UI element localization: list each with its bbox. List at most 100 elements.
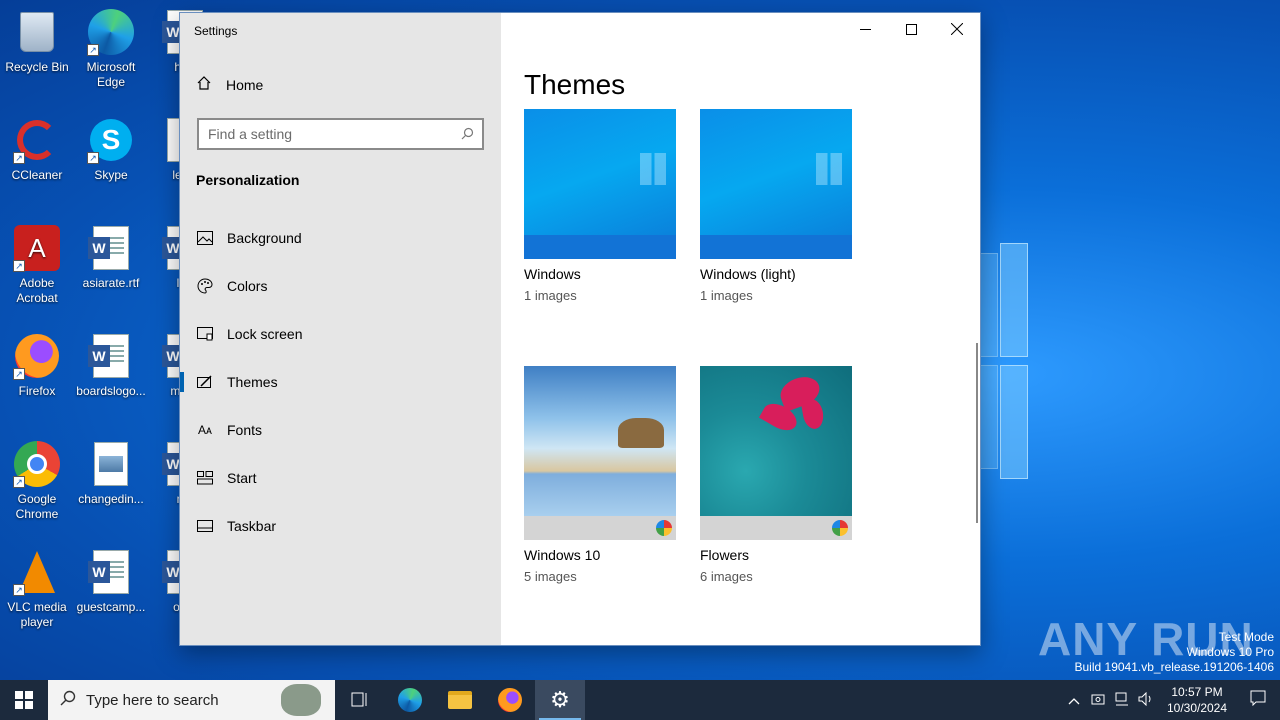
theme-card-windows-10[interactable]: Windows 10 5 images [524, 366, 676, 584]
taskbar-search[interactable]: Type here to search [48, 680, 335, 720]
nav-home[interactable]: Home [196, 75, 263, 94]
desktop-icon-skype[interactable]: S ↗ Skype [74, 116, 148, 183]
clock-date: 10/30/2024 [1166, 701, 1228, 715]
desktop-icon-label: VLC media player [7, 600, 67, 629]
settings-sidebar: Settings Home Personalization Background [180, 13, 501, 645]
theme-card-windows[interactable]: Windows 1 images [524, 109, 676, 303]
taskbar: Type here to search ⚙ 10:57 PM 10/30/202… [0, 680, 1280, 720]
desktop-icon-firefox[interactable]: ↗ Firefox [0, 332, 74, 399]
window-title: Settings [194, 24, 238, 38]
watermark-line: Windows 10 Pro [1186, 645, 1274, 659]
ccleaner-icon: ↗ [13, 116, 61, 164]
taskbar-icon [196, 517, 214, 535]
theme-image-count: 1 images [700, 288, 753, 303]
search-highlight-icon [281, 684, 321, 716]
security-icon[interactable] [1086, 692, 1110, 709]
recycle-bin-icon [13, 8, 61, 56]
desktop-icon-label: Microsoft Edge [86, 60, 136, 89]
taskbar-file-explorer[interactable] [435, 680, 485, 720]
skype-icon: S ↗ [87, 116, 135, 164]
color-wheel-icon [832, 520, 848, 536]
desktop-icon-google-chrome[interactable]: ↗ Google Chrome [0, 440, 74, 522]
nav-item-label: Background [227, 230, 302, 246]
theme-image-count: 6 images [700, 569, 753, 584]
nav-item-label: Colors [227, 278, 268, 294]
desktop-icon-vlc[interactable]: ↗ VLC media player [0, 548, 74, 630]
nav-item-fonts[interactable]: Aᴀ Fonts [180, 406, 501, 454]
theme-card-windows-light[interactable]: Windows (light) 1 images [700, 109, 852, 303]
desktop-icon-label: Firefox [18, 384, 56, 398]
firefox-icon: ↗ [13, 332, 61, 380]
settings-window: Settings Home Personalization Background [179, 12, 981, 646]
home-icon [196, 75, 212, 94]
test-mode-watermark: Test Mode Windows 10 Pro Build 19041.vb_… [1075, 630, 1275, 675]
vertical-scrollbar[interactable] [976, 343, 978, 523]
firefox-icon [498, 688, 522, 712]
image-file-icon [87, 440, 135, 488]
desktop-icon-label: Google Chrome [15, 492, 59, 521]
desktop-icon-boardslogo[interactable]: W boardslogo... [74, 332, 148, 399]
desktop-icon-guestcamp[interactable]: W guestcamp... [74, 548, 148, 615]
desktop-icon-label: guestcamp... [76, 600, 146, 614]
brush-icon [196, 373, 214, 391]
theme-color-bar [524, 516, 676, 540]
volume-icon[interactable] [1134, 691, 1158, 709]
watermark-line: Test Mode [1218, 630, 1274, 644]
watermark-line: Build 19041.vb_release.191206-1406 [1074, 660, 1275, 674]
theme-thumbnail [700, 109, 852, 259]
nav-item-label: Lock screen [227, 326, 303, 342]
task-view-button[interactable] [335, 680, 385, 720]
desktop-icon-changedin[interactable]: changedin... [74, 440, 148, 507]
search-icon [461, 127, 474, 143]
taskbar-search-placeholder: Type here to search [86, 691, 219, 709]
network-icon[interactable] [1110, 692, 1134, 709]
nav-item-label: Start [227, 470, 257, 486]
search-input[interactable] [199, 120, 449, 148]
palette-icon [196, 277, 214, 295]
theme-card-flowers[interactable]: Flowers 6 images [700, 366, 852, 584]
nav-item-lock-screen[interactable]: Lock screen [180, 310, 501, 358]
settings-search[interactable] [197, 118, 484, 150]
start-button[interactable] [0, 680, 48, 720]
desktop-icon-asiarate[interactable]: W asiarate.rtf [74, 224, 148, 291]
nav-item-label: Themes [227, 374, 278, 390]
desktop-icon-adobe-acrobat[interactable]: A ↗ Adobe Acrobat [0, 224, 74, 306]
start-icon [196, 469, 214, 487]
nav-item-taskbar[interactable]: Taskbar [180, 502, 501, 550]
chrome-icon: ↗ [13, 440, 61, 488]
taskbar-edge[interactable] [385, 680, 435, 720]
desktop-icon-recycle-bin[interactable]: Recycle Bin [0, 8, 74, 75]
nav-item-label: Fonts [227, 422, 263, 438]
theme-image-count: 5 images [524, 569, 577, 584]
wallpaper-logo-pane [1000, 243, 1028, 357]
taskbar-settings[interactable]: ⚙ [535, 680, 585, 720]
clock-time: 10:57 PM [1171, 685, 1223, 699]
task-view-icon [351, 692, 367, 707]
word-document-icon: W [87, 224, 135, 272]
page-title: Themes [524, 69, 626, 100]
nav-item-background[interactable]: Background [180, 214, 501, 262]
nav-item-colors[interactable]: Colors [180, 262, 501, 310]
theme-name: Windows [524, 266, 581, 282]
wallpaper-logo-pane [980, 253, 998, 357]
desktop-icon-label: boardslogo... [76, 384, 146, 398]
lock-screen-icon [196, 325, 214, 343]
windows-logo-icon [15, 691, 33, 709]
system-tray: 10:57 PM 10/30/2024 [1062, 680, 1280, 720]
nav-item-start[interactable]: Start [180, 454, 501, 502]
desktop-icon-edge[interactable]: ↗ Microsoft Edge [74, 8, 148, 90]
chevron-up-icon[interactable] [1062, 693, 1086, 708]
notification-center-icon[interactable] [1236, 690, 1280, 710]
desktop-icon-ccleaner[interactable]: ↗ CCleaner [0, 116, 74, 183]
desktop-icon-label: Recycle Bin [5, 60, 69, 74]
fonts-icon: Aᴀ [198, 423, 212, 437]
word-document-icon: W [87, 548, 135, 596]
wallpaper-logo-pane [1000, 365, 1028, 479]
desktop-icon-label: CCleaner [11, 168, 63, 182]
taskbar-firefox[interactable] [485, 680, 535, 720]
clock[interactable]: 10:57 PM 10/30/2024 [1158, 684, 1236, 716]
nav-item-themes[interactable]: Themes [180, 358, 501, 406]
theme-name: Windows (light) [700, 266, 796, 282]
search-icon [60, 690, 76, 711]
desktop-icon-label: asiarate.rtf [82, 276, 140, 290]
